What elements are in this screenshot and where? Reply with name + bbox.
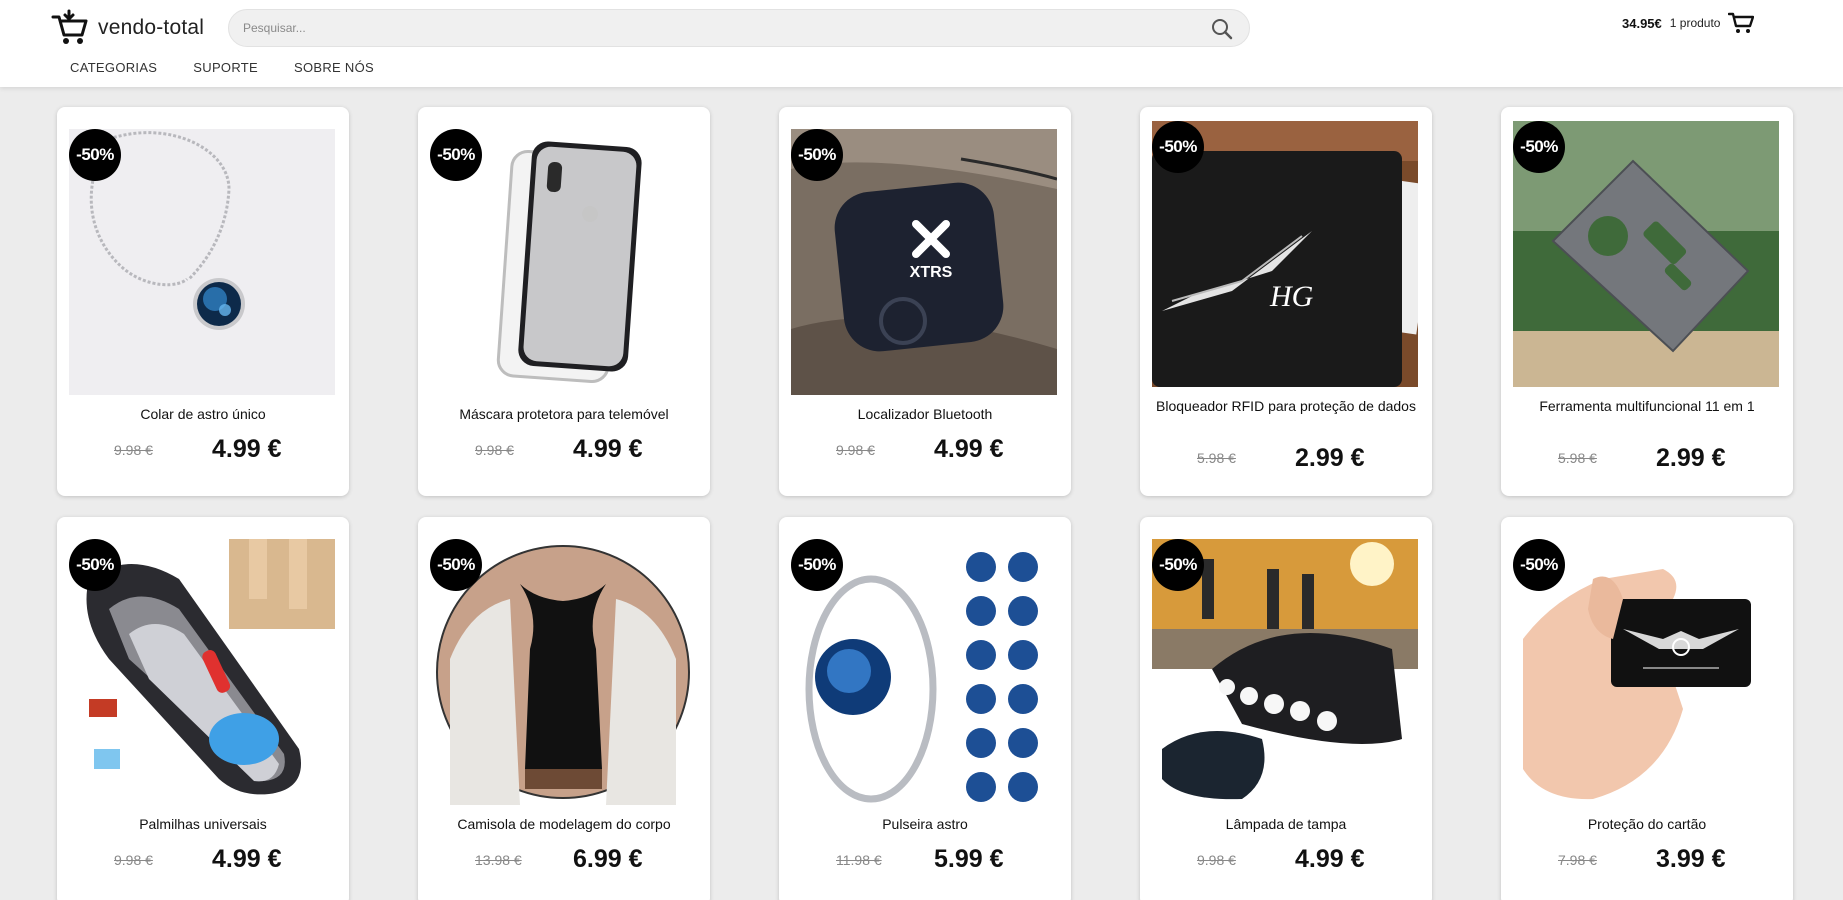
sale-price: 3.99 €: [1656, 845, 1726, 873]
product-title: Máscara protetora para telemóvel: [459, 406, 669, 422]
product-title: Localizador Bluetooth: [857, 406, 993, 422]
product-card[interactable]: -50% Palmilhas universais 9.98 € 4.99 €: [57, 517, 349, 900]
cart-icon[interactable]: [1728, 12, 1755, 34]
product-title: Bloqueador RFID para proteção de dados: [1156, 398, 1416, 414]
original-price: 9.98 €: [1197, 852, 1236, 868]
discount-badge: -50%: [1152, 121, 1204, 173]
discount-badge: -50%: [791, 129, 843, 181]
product-title: Palmilhas universais: [139, 816, 267, 832]
cart-count: 1 produto: [1669, 16, 1721, 30]
cart-summary[interactable]: 34.95€ 1 produto: [1622, 12, 1755, 34]
product-card[interactable]: -50% Lâmpada de tampa 9.98 € 4.99 €: [1140, 517, 1432, 900]
discount-badge: -50%: [791, 539, 843, 591]
sale-price: 4.99 €: [212, 435, 282, 463]
nav-categorias[interactable]: CATEGORIAS: [70, 60, 157, 75]
discount-badge: -50%: [1513, 539, 1565, 591]
rfid-brand-text: HG: [1269, 280, 1314, 313]
sale-price: 4.99 €: [212, 845, 282, 873]
original-price: 13.98 €: [475, 852, 522, 868]
product-card[interactable]: -50% Colar de astro único 9.98 € 4.99 €: [57, 107, 349, 496]
nav-suporte[interactable]: SUPORTE: [193, 60, 258, 75]
original-price: 7.98 €: [1558, 852, 1597, 868]
nav-sobre-nos[interactable]: SOBRE NÓS: [294, 60, 374, 75]
sale-price: 5.99 €: [934, 845, 1004, 873]
product-title: Lâmpada de tampa: [1225, 816, 1347, 832]
product-title: Proteção do cartão: [1587, 816, 1707, 832]
search-bar: [228, 9, 1250, 47]
discount-badge: -50%: [1513, 121, 1565, 173]
product-grid: -50% Colar de astro único 9.98 € 4.99 € …: [57, 107, 1793, 900]
discount-badge: -50%: [69, 129, 121, 181]
sale-price: 2.99 €: [1295, 444, 1365, 472]
product-card[interactable]: HG -50% Bloqueador RFID para proteção de…: [1140, 107, 1432, 496]
product-card[interactable]: -50% Pulseira astro 11.98 € 5.99 €: [779, 517, 1071, 900]
search-input[interactable]: [243, 10, 1183, 46]
sale-price: 4.99 €: [934, 435, 1004, 463]
search-icon[interactable]: [1211, 18, 1233, 40]
site-header: vendo-total 34.95€ 1 produto CATEGORIAS …: [0, 0, 1843, 87]
original-price: 9.98 €: [836, 442, 875, 458]
original-price: 5.98 €: [1197, 450, 1236, 466]
product-title: Pulseira astro: [882, 816, 968, 832]
product-card[interactable]: -50% Camisola de modelagem do corpo 13.9…: [418, 517, 710, 900]
original-price: 11.98 €: [836, 852, 882, 868]
discount-badge: -50%: [69, 539, 121, 591]
sale-price: 4.99 €: [573, 435, 643, 463]
product-card[interactable]: -50% Máscara protetora para telemóvel 9.…: [418, 107, 710, 496]
logo-text: vendo-total: [98, 16, 205, 39]
sale-price: 6.99 €: [573, 845, 643, 873]
site-logo[interactable]: vendo-total: [50, 8, 204, 48]
original-price: 9.98 €: [475, 442, 514, 458]
product-card[interactable]: -50% Ferramenta multifuncional 11 em 1 5…: [1501, 107, 1793, 496]
product-card[interactable]: XTRS -50% Localizador Bluetooth 9.98 € 4…: [779, 107, 1071, 496]
sale-price: 2.99 €: [1656, 444, 1726, 472]
product-title: Ferramenta multifuncional 11 em 1: [1539, 398, 1755, 414]
original-price: 5.98 €: [1558, 450, 1597, 466]
cart-total: 34.95€: [1622, 15, 1662, 31]
product-title: Camisola de modelagem do corpo: [457, 816, 671, 832]
sale-price: 4.99 €: [1295, 845, 1365, 873]
discount-badge: -50%: [1152, 539, 1204, 591]
original-price: 9.98 €: [114, 852, 153, 868]
main-nav: CATEGORIAS SUPORTE SOBRE NÓS: [70, 60, 374, 75]
tracker-brand-text: XTRS: [910, 264, 953, 281]
discount-badge: -50%: [430, 129, 482, 181]
original-price: 9.98 €: [114, 442, 153, 458]
product-title: Colar de astro único: [140, 406, 266, 422]
product-card[interactable]: -50% Proteção do cartão 7.98 € 3.99 €: [1501, 517, 1793, 900]
discount-badge: -50%: [430, 539, 482, 591]
shopping-cart-logo-icon: [51, 9, 88, 44]
